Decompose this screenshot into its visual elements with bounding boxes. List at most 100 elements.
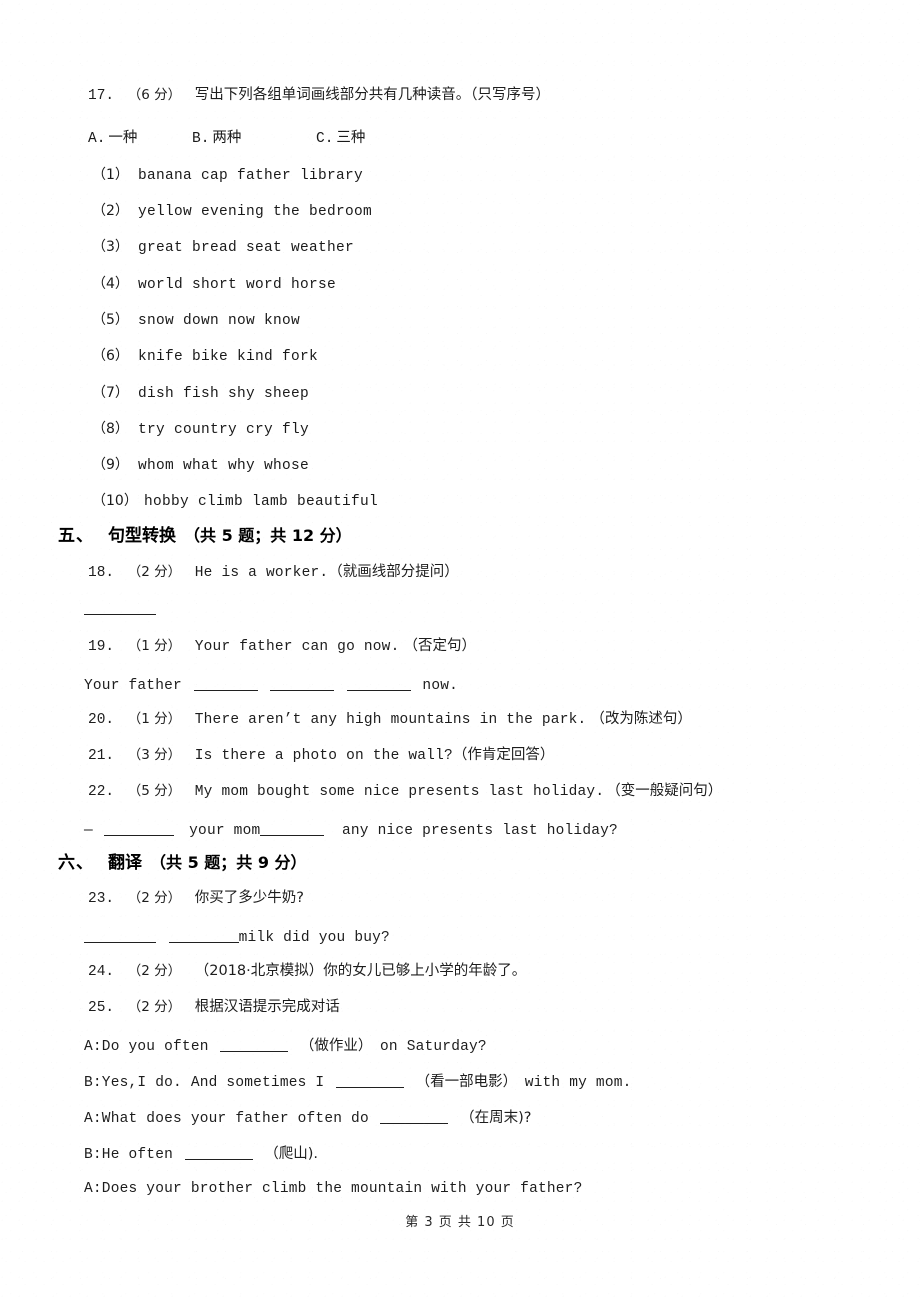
section-heading-6: 六、 翻译 （共 5 题；共 9 分）	[58, 855, 307, 872]
question-17-text: 写出下列各组单词画线部分共有几种读音。（只写序号）	[194, 87, 550, 103]
question-18-answer	[84, 600, 156, 616]
question-24-number: 24.	[88, 964, 115, 980]
question-17-prompt: 17. （6 分） 写出下列各组单词画线部分共有几种读音。（只写序号）	[88, 88, 550, 104]
question-18-score: （2 分）	[127, 564, 182, 580]
question-18-number: 18.	[88, 565, 115, 581]
question-19-answer: Your father now.	[84, 676, 459, 694]
word-group-row: （3） great bread seat weather	[92, 240, 354, 256]
answer-blank[interactable]	[103, 821, 174, 836]
word-group-index: （9）	[92, 457, 129, 473]
exam-page: 17. （6 分） 写出下列各组单词画线部分共有几种读音。（只写序号） A. 一种…	[0, 0, 920, 1302]
word-group-index: （4）	[92, 276, 129, 292]
question-19-number: 19.	[88, 639, 115, 655]
word-group-words: great bread seat weather	[138, 240, 355, 256]
option-c: C. 三种	[316, 131, 365, 147]
word-group-row: （7） dish fish shy sheep	[92, 386, 309, 402]
dialogue-post: with my mom.	[524, 1074, 632, 1091]
answer-tail: any nice presents last holiday?	[342, 822, 618, 839]
word-group-words: world short word horse	[138, 277, 337, 293]
word-group-row: （5） snow down now know	[92, 313, 300, 329]
question-25-number: 25.	[88, 1000, 115, 1016]
answer-blank[interactable]	[220, 1037, 289, 1052]
answer-blank[interactable]	[260, 821, 325, 836]
question-20: 20. （1 分） There aren’t any high mountain…	[88, 712, 692, 728]
answer-blank[interactable]	[335, 1073, 404, 1088]
option-b-label: 两种	[212, 130, 242, 146]
question-20-text: There aren’t any high mountains in the p…	[194, 712, 587, 728]
answer-blank[interactable]	[346, 676, 411, 691]
section-6-number: 六、	[58, 853, 94, 873]
answer-blank[interactable]	[270, 676, 335, 691]
question-25-text: 根据汉语提示完成对话	[194, 999, 340, 1015]
word-group-words: snow down now know	[138, 313, 301, 329]
dialogue-hint: （爬山).	[264, 1145, 319, 1162]
answer-mid: your mom	[189, 822, 261, 839]
option-c-label: 三种	[336, 130, 366, 146]
dialogue-line: A:Do you often （做作业） on Saturday?	[84, 1037, 487, 1055]
question-19: 19. （1 分） Your father can go now. （否定句）	[88, 639, 476, 655]
section-5-number: 五、	[58, 526, 94, 546]
option-b: B. 两种	[192, 131, 312, 147]
question-17-score: （6 分）	[127, 87, 182, 103]
dialogue-hint: （做作业）	[299, 1037, 373, 1054]
option-a-key: A.	[88, 131, 106, 147]
question-19-text: Your father can go now.	[194, 639, 400, 655]
answer-blank[interactable]	[193, 676, 258, 691]
word-group-index: （1）	[92, 167, 129, 183]
answer-tail: milk did you buy?	[238, 929, 390, 946]
question-25: 25. （2 分） 根据汉语提示完成对话	[88, 1000, 340, 1016]
answer-blank[interactable]	[184, 1145, 253, 1160]
question-18: 18. （2 分） He is a worker.（就画线部分提问）	[88, 565, 459, 581]
word-group-row: （6） knife bike kind fork	[92, 349, 318, 365]
answer-dash: —	[84, 822, 93, 839]
option-a-label: 一种	[108, 130, 138, 146]
question-19-score: （1 分）	[127, 638, 182, 654]
question-22-number: 22.	[88, 784, 115, 800]
question-22-answer: — your mom any nice presents last holida…	[84, 821, 618, 839]
question-21: 21. （3 分） Is there a photo on the wall?（…	[88, 748, 554, 764]
dialogue-pre: B:He often	[84, 1146, 174, 1163]
question-21-hint: （作肯定回答）	[452, 747, 555, 763]
word-group-row: （8） try country cry fly	[92, 422, 309, 438]
question-24-text: 你的女儿已够上小学的年龄了。	[323, 963, 527, 979]
word-group-row: （9） whom what why whose	[92, 458, 309, 474]
question-22-score: （5 分）	[127, 783, 182, 799]
question-20-score: （1 分）	[127, 711, 182, 727]
dialogue-pre: A:What does your father often do	[84, 1110, 369, 1127]
question-22-text: My mom bought some nice presents last ho…	[194, 784, 605, 800]
question-22-hint: （变一般疑问句）	[606, 783, 723, 799]
answer-blank[interactable]	[168, 928, 239, 943]
answer-blank[interactable]	[84, 600, 156, 615]
word-group-index: （3）	[92, 239, 129, 255]
dialogue-hint: （看一部电影）	[415, 1073, 518, 1090]
option-a: A. 一种	[88, 131, 188, 147]
section-6-meta: （共 5 题；共 9 分）	[150, 853, 307, 872]
dialogue-pre: A:Do you often	[84, 1038, 209, 1055]
word-group-words: yellow evening the bedroom	[138, 204, 373, 220]
option-b-key: B.	[192, 131, 210, 147]
question-19-hint: （否定句）	[403, 638, 476, 654]
question-21-text: Is there a photo on the wall?	[194, 748, 453, 764]
word-group-index: （5）	[92, 312, 129, 328]
word-group-words: banana cap father library	[138, 168, 364, 184]
word-group-index: （6）	[92, 348, 129, 364]
question-20-hint: （改为陈述句）	[590, 711, 692, 727]
dialogue-pre: B:Yes,I do. And sometimes I	[84, 1074, 325, 1091]
question-18-hint: （就画线部分提问）	[328, 564, 459, 580]
answer-blank[interactable]	[380, 1109, 449, 1124]
dialogue-line: A:What does your father often do （在周末)?	[84, 1109, 531, 1127]
answer-blank[interactable]	[84, 928, 156, 943]
dialogue-line: A:Does your brother climb the mountain w…	[84, 1181, 582, 1197]
dialogue-post: on Saturday?	[380, 1038, 487, 1055]
word-group-row: （1） banana cap father library	[92, 168, 363, 184]
word-group-index: （8）	[92, 421, 129, 437]
word-group-row: （4） world short word horse	[92, 277, 336, 293]
word-group-words: whom what why whose	[138, 458, 310, 474]
page-footer: 第 3 页 共 10 页	[405, 1215, 515, 1230]
section-5-meta: （共 5 题；共 12 分）	[184, 526, 352, 545]
word-group-words: knife bike kind fork	[138, 349, 319, 365]
dialogue-line: B:Yes,I do. And sometimes I （看一部电影） with…	[84, 1073, 632, 1091]
answer-suffix: now.	[422, 677, 459, 694]
question-17-options: A. 一种 B. 两种 C. 三种	[88, 130, 365, 147]
word-group-index: （7）	[92, 385, 129, 401]
